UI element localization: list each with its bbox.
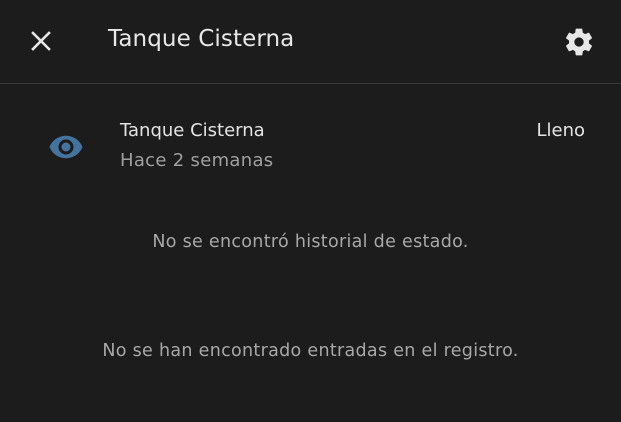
entity-row: Tanque Cisterna Hace 2 semanas Lleno [0,110,621,180]
more-info-dialog: Tanque Cisterna Tanque Cisterna Hace 2 s… [0,0,621,422]
entity-last-changed: Hace 2 semanas [120,150,274,171]
entity-name: Tanque Cisterna [120,120,265,141]
entity-icon-wrapper [46,132,86,162]
dialog-title: Tanque Cisterna [108,26,295,52]
close-icon [31,31,51,51]
close-button[interactable] [22,22,60,60]
dialog-header: Tanque Cisterna [0,0,621,84]
history-empty-message: No se encontró historial de estado. [152,232,469,252]
settings-button[interactable] [559,22,599,62]
logbook-empty-message: No se han encontrado entradas en el regi… [102,341,519,361]
entity-state: Lleno [536,120,585,141]
gear-icon [566,28,592,56]
eye-icon [49,135,83,159]
